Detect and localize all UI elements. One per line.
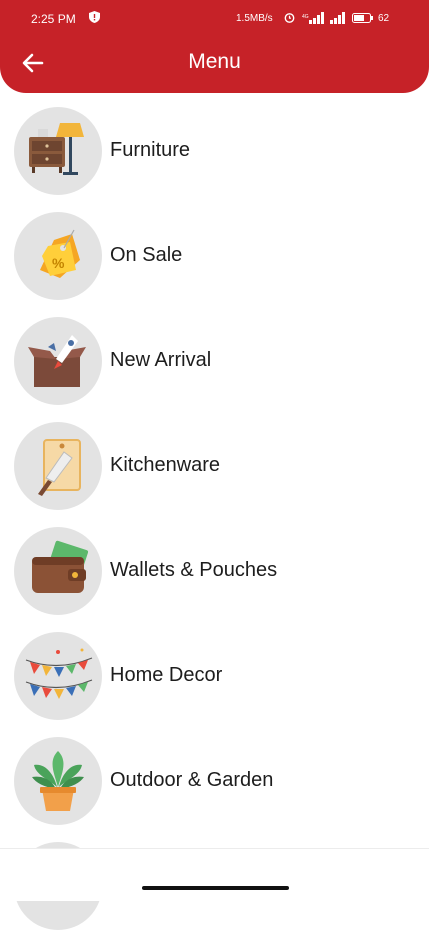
menu-item-label: Furniture (110, 139, 191, 161)
shield-icon (89, 11, 100, 23)
menu-item-label: New Arrival (110, 349, 212, 371)
menu-item-label: Home Decor (110, 664, 223, 686)
furniture-icon (14, 107, 102, 195)
battery-percent: 62 (378, 13, 390, 24)
signal-icon (330, 12, 345, 24)
status-bar: 2:25 PM 1.5MB/s 4G 62 (0, 0, 429, 36)
battery-icon (352, 13, 373, 23)
menu-item-kitchenware[interactable]: Kitchenware (0, 419, 429, 524)
navigation-bar (0, 848, 429, 901)
page-title: Menu (188, 50, 241, 73)
menu-item-wallets[interactable]: Wallets & Pouches (0, 524, 429, 629)
svg-text:%: % (52, 255, 65, 271)
menu-list: Furniture % On Sale New Arrival Kitchenw… (0, 104, 429, 839)
bunting-flags-icon (14, 632, 102, 720)
svg-text:4G: 4G (302, 14, 309, 20)
network-speed: 1.5MB/s (236, 13, 273, 24)
menu-item-label: Kitchenware (110, 454, 221, 476)
new-arrival-box-icon (14, 317, 102, 405)
menu-item-home-decor[interactable]: Home Decor (0, 629, 429, 734)
menu-item-furniture[interactable]: Furniture (0, 104, 429, 209)
menu-item-outdoor-garden[interactable]: Outdoor & Garden (0, 734, 429, 839)
menu-item-label: Wallets & Pouches (110, 559, 278, 581)
menu-item-new-arrival[interactable]: New Arrival (0, 314, 429, 419)
app-header: 2:25 PM 1.5MB/s 4G 62 Menu (0, 0, 429, 93)
kitchen-knife-icon (14, 422, 102, 510)
menu-item-on-sale[interactable]: % On Sale (0, 209, 429, 314)
status-time: 2:25 PM (31, 12, 76, 26)
sale-tag-icon: % (14, 212, 102, 300)
wallet-icon (14, 527, 102, 615)
menu-item-label: On Sale (110, 244, 183, 266)
signal-icon: 4G (302, 12, 324, 24)
alarm-icon (284, 13, 295, 23)
home-indicator[interactable] (142, 886, 289, 890)
potted-plant-icon (14, 737, 102, 825)
menu-item-label: Outdoor & Garden (110, 769, 274, 791)
